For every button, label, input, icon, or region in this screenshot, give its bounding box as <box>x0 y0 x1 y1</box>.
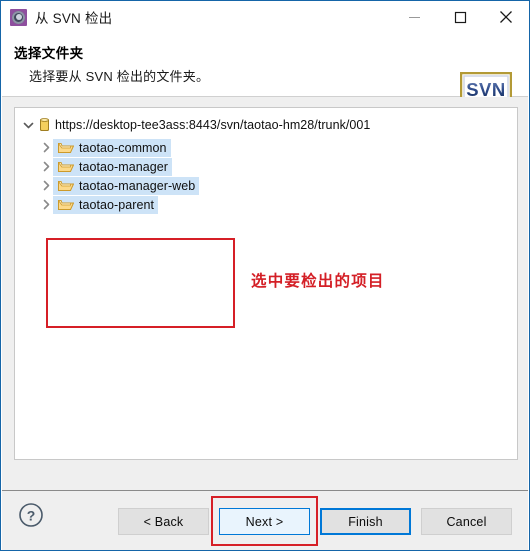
svn-checkout-dialog: 从 SVN 检出 选择文件夹 选择要从 SVN 检出的文件夹。 SVN http… <box>0 0 530 551</box>
tree-root-row[interactable]: https://desktop-tee3ass:8443/svn/taotao-… <box>21 116 370 134</box>
tree-item-taotao-parent[interactable]: taotao-parent <box>39 195 199 214</box>
folder-icon <box>58 200 74 210</box>
tree-item-taotao-common[interactable]: taotao-common <box>39 138 199 157</box>
finish-button-wrap: Finish <box>320 508 411 535</box>
page-title: 选择文件夹 <box>14 46 84 61</box>
title-bar: 从 SVN 检出 <box>1 1 529 33</box>
cancel-button[interactable]: Cancel <box>421 508 512 535</box>
close-icon[interactable] <box>483 1 529 33</box>
tree-item-label: taotao-manager <box>79 159 168 174</box>
svn-checkout-icon <box>10 8 27 26</box>
chevron-right-icon[interactable] <box>39 141 53 155</box>
tree-item-label: taotao-manager-web <box>79 178 196 193</box>
tree-item-content[interactable]: taotao-parent <box>53 195 159 214</box>
folder-icon <box>58 181 74 191</box>
tree-item-label: taotao-common <box>79 140 167 155</box>
dialog-footer: ? < Back Next > Finish Cancel <box>2 490 528 550</box>
selection-annotation-box <box>46 238 235 328</box>
repository-icon <box>40 118 49 131</box>
back-button[interactable]: < Back <box>118 508 209 535</box>
folder-icon <box>58 162 74 172</box>
tree-item-label: taotao-parent <box>79 197 155 212</box>
folder-icon <box>58 143 74 153</box>
tree-item-taotao-manager-web[interactable]: taotao-manager-web <box>39 176 200 195</box>
chevron-down-icon[interactable] <box>21 118 35 132</box>
dialog-header: 选择文件夹 选择要从 SVN 检出的文件夹。 SVN <box>2 33 528 118</box>
next-button[interactable]: Next > <box>219 508 310 535</box>
cancel-button-wrap: Cancel <box>421 508 512 535</box>
chevron-right-icon[interactable] <box>39 160 53 174</box>
footer-button-row: < Back Next > Finish Cancel <box>118 496 512 546</box>
tree-item-content[interactable]: taotao-manager-web <box>53 176 200 195</box>
back-button-wrap: < Back <box>118 508 209 535</box>
page-subtitle: 选择要从 SVN 检出的文件夹。 <box>29 69 210 84</box>
selection-annotation-text: 选中要检出的项目 <box>251 273 385 290</box>
maximize-icon[interactable] <box>437 1 483 33</box>
svg-text:?: ? <box>27 508 36 524</box>
folder-tree-panel[interactable]: https://desktop-tee3ass:8443/svn/taotao-… <box>14 107 518 460</box>
finish-button[interactable]: Finish <box>320 508 411 535</box>
minimize-icon[interactable] <box>391 1 437 33</box>
dialog-body: https://desktop-tee3ass:8443/svn/taotao-… <box>2 97 528 490</box>
tree-item-content[interactable]: taotao-common <box>53 138 171 157</box>
tree-item-taotao-manager[interactable]: taotao-manager <box>39 157 199 176</box>
chevron-right-icon[interactable] <box>39 198 53 212</box>
help-icon[interactable]: ? <box>18 502 44 528</box>
window-controls <box>391 1 529 33</box>
tree-item-content[interactable]: taotao-manager <box>53 157 172 176</box>
tree-children: taotao-common taotao-manager taotao-mana… <box>39 138 200 214</box>
window-title: 从 SVN 检出 <box>35 11 113 26</box>
tree-root-label: https://desktop-tee3ass:8443/svn/taotao-… <box>55 118 371 132</box>
next-button-wrap: Next > <box>211 496 318 546</box>
chevron-right-icon[interactable] <box>39 179 53 193</box>
